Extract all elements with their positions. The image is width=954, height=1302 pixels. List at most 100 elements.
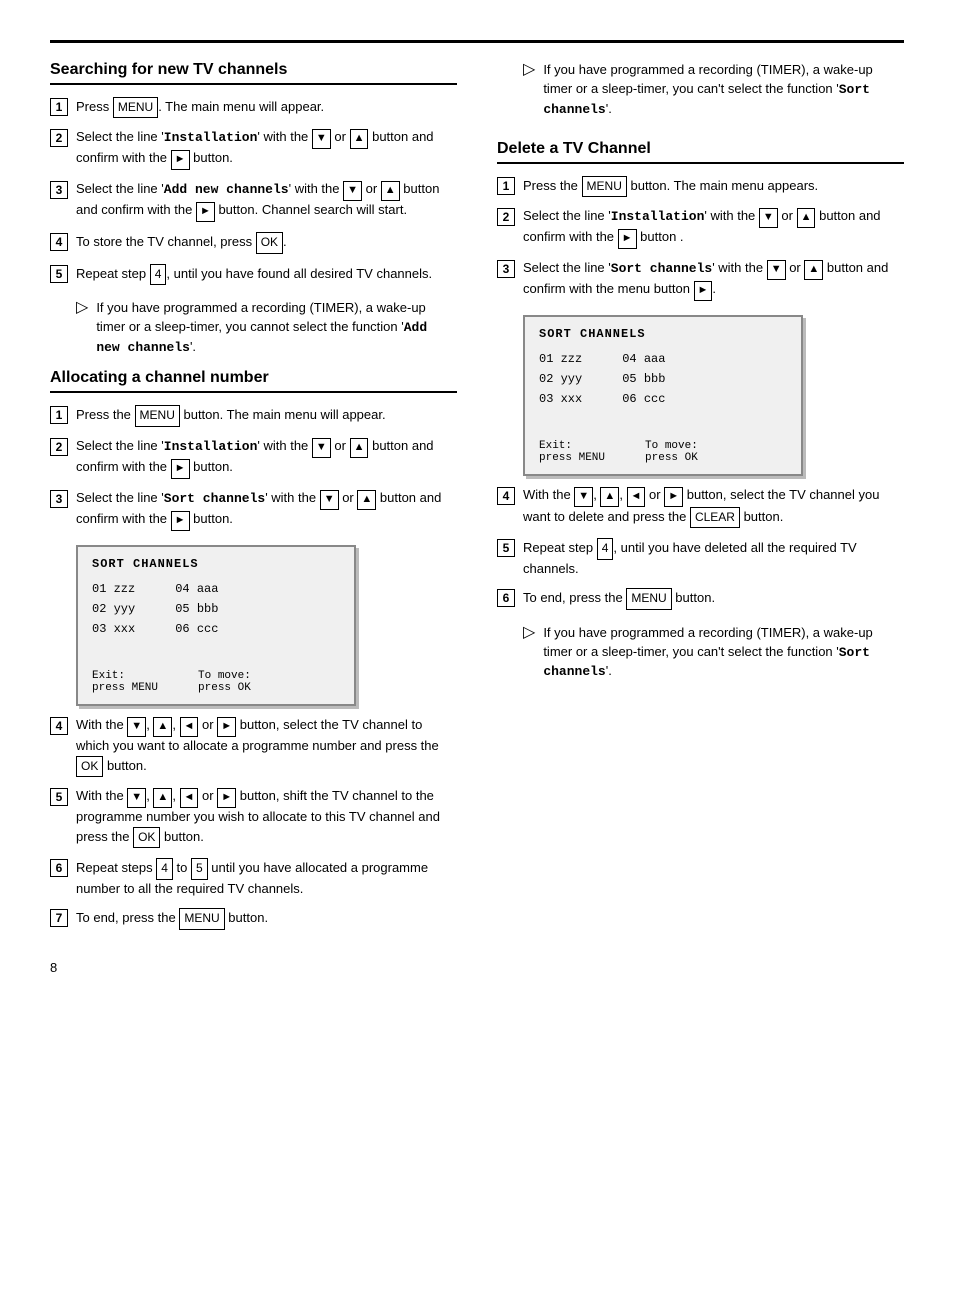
alloc-step-num-1: 1 bbox=[50, 406, 68, 424]
delete-step-5: 5 Repeat step 4, until you have deleted … bbox=[497, 538, 904, 578]
section-title-searching: Searching for new TV channels bbox=[50, 61, 457, 85]
right-arrow: ► bbox=[664, 487, 683, 507]
right-top-note: ▷ If you have programmed a recording (TI… bbox=[523, 61, 904, 120]
delete-step-text-3: Select the line 'Sort channels' with the… bbox=[523, 259, 904, 301]
left-arrow: ◄ bbox=[180, 788, 199, 808]
sort-channels-footer-left: Exit:press MENU To move:press OK bbox=[92, 670, 340, 694]
step-text-1: Press MENU. The main menu will appear. bbox=[76, 97, 457, 118]
alloc-step-5: 5 With the ▼, ▲, ◄ or ► button, shift th… bbox=[50, 787, 457, 848]
note-delete: ▷ If you have programmed a recording (TI… bbox=[523, 624, 904, 683]
steps-allocating: 1 Press the MENU button. The main menu w… bbox=[50, 405, 457, 530]
exit-label-left: Exit:press MENU bbox=[92, 670, 158, 694]
menu-btn-alloc1: MENU bbox=[135, 405, 180, 426]
step-text-5: Repeat step 4, until you have found all … bbox=[76, 264, 457, 285]
up-arrow: ▲ bbox=[797, 208, 816, 228]
delete-step-text-2: Select the line 'Installation' with the … bbox=[523, 207, 904, 249]
sort-channels-col1-left: 01 zzz02 yyy03 xxx bbox=[92, 579, 135, 640]
page-number: 8 bbox=[50, 960, 457, 975]
down-arrow: ▼ bbox=[312, 129, 331, 149]
delete-step-num-1: 1 bbox=[497, 177, 515, 195]
delete-step-3: 3 Select the line 'Sort channels' with t… bbox=[497, 259, 904, 301]
menu-btn-end-del: MENU bbox=[626, 588, 671, 609]
alloc-step-num-2: 2 bbox=[50, 438, 68, 456]
note-arrow-icon: ▷ bbox=[76, 297, 88, 358]
delete-step-num-4: 4 bbox=[497, 487, 515, 505]
step-num-4: 4 bbox=[50, 233, 68, 251]
step-text-3: Select the line 'Add new channels' with … bbox=[76, 180, 457, 222]
alloc-step-7: 7 To end, press the MENU button. bbox=[50, 908, 457, 929]
section-searching: Searching for new TV channels 1 Press ME… bbox=[50, 61, 457, 357]
step-2-searching: 2 Select the line 'Installation' with th… bbox=[50, 128, 457, 170]
steps-searching: 1 Press MENU. The main menu will appear.… bbox=[50, 97, 457, 285]
alloc-step-2: 2 Select the line 'Installation' with th… bbox=[50, 437, 457, 479]
down-arrow: ▼ bbox=[320, 490, 339, 510]
note-text-searching: If you have programmed a recording (TIME… bbox=[96, 299, 457, 358]
step-num-1: 1 bbox=[50, 98, 68, 116]
alloc-step-3: 3 Select the line 'Sort channels' with t… bbox=[50, 489, 457, 531]
step-num-3: 3 bbox=[50, 181, 68, 199]
up-arrow: ▲ bbox=[600, 487, 619, 507]
alloc-step-6: 6 Repeat steps 4 to 5 until you have all… bbox=[50, 858, 457, 898]
sort-channels-content-left: 01 zzz02 yyy03 xxx 04 aaa05 bbb06 ccc bbox=[92, 579, 340, 640]
down-arrow: ▼ bbox=[127, 788, 146, 808]
note-arrow-icon-del: ▷ bbox=[523, 622, 535, 683]
section-title-delete: Delete a TV Channel bbox=[497, 140, 904, 164]
down-arrow: ▼ bbox=[759, 208, 778, 228]
delete-step-num-2: 2 bbox=[497, 208, 515, 226]
delete-step-num-3: 3 bbox=[497, 260, 515, 278]
alloc-step-1: 1 Press the MENU button. The main menu w… bbox=[50, 405, 457, 426]
ref-4-btn-del: 4 bbox=[597, 538, 614, 559]
up-arrow: ▲ bbox=[804, 260, 823, 280]
sort-channels-content-right: 01 zzz02 yyy03 xxx 04 aaa05 bbb06 ccc bbox=[539, 349, 787, 410]
delete-step-2: 2 Select the line 'Installation' with th… bbox=[497, 207, 904, 249]
alloc-step-num-4: 4 bbox=[50, 717, 68, 735]
left-arrow: ◄ bbox=[627, 487, 646, 507]
right-arrow: ► bbox=[171, 511, 190, 531]
alloc-step-text-1: Press the MENU button. The main menu wil… bbox=[76, 405, 457, 426]
delete-step-1: 1 Press the MENU button. The main menu a… bbox=[497, 176, 904, 197]
alloc-step-num-6: 6 bbox=[50, 859, 68, 877]
step-5-searching: 5 Repeat step 4, until you have found al… bbox=[50, 264, 457, 285]
menu-btn-end-alloc: MENU bbox=[179, 908, 224, 929]
note-searching: ▷ If you have programmed a recording (TI… bbox=[76, 299, 457, 358]
ref-5-btn: 5 bbox=[191, 858, 208, 879]
down-arrow: ▼ bbox=[312, 438, 331, 458]
sort-channels-col1-right: 01 zzz02 yyy03 xxx bbox=[539, 349, 582, 410]
right-arrow: ► bbox=[171, 150, 190, 170]
up-arrow: ▲ bbox=[350, 129, 369, 149]
left-arrow: ◄ bbox=[180, 717, 199, 737]
ref-4-btn: 4 bbox=[150, 264, 167, 285]
up-arrow: ▲ bbox=[350, 438, 369, 458]
steps-delete-2: 4 With the ▼, ▲, ◄ or ► button, select t… bbox=[497, 486, 904, 610]
delete-step-text-4: With the ▼, ▲, ◄ or ► button, select the… bbox=[523, 486, 904, 528]
delete-step-text-1: Press the MENU button. The main menu app… bbox=[523, 176, 904, 197]
ok-btn-alloc4: OK bbox=[76, 756, 103, 777]
up-arrow: ▲ bbox=[153, 717, 172, 737]
section-title-allocating: Allocating a channel number bbox=[50, 369, 457, 393]
down-arrow: ▼ bbox=[574, 487, 593, 507]
alloc-step-num-3: 3 bbox=[50, 490, 68, 508]
down-arrow: ▼ bbox=[767, 260, 786, 280]
sort-channels-title-left: SORT CHANNELS bbox=[92, 557, 340, 571]
step-num-2: 2 bbox=[50, 129, 68, 147]
alloc-step-text-7: To end, press the MENU button. bbox=[76, 908, 457, 929]
step-4-searching: 4 To store the TV channel, press OK. bbox=[50, 232, 457, 253]
clear-btn: CLEAR bbox=[690, 507, 740, 528]
alloc-step-num-5: 5 bbox=[50, 788, 68, 806]
steps-allocating-2: 4 With the ▼, ▲, ◄ or ► button, select t… bbox=[50, 716, 457, 930]
ref-4-btn2: 4 bbox=[156, 858, 173, 879]
step-1-searching: 1 Press MENU. The main menu will appear. bbox=[50, 97, 457, 118]
section-allocating: Allocating a channel number 1 Press the … bbox=[50, 369, 457, 929]
step-text-4: To store the TV channel, press OK. bbox=[76, 232, 457, 253]
left-column: Searching for new TV channels 1 Press ME… bbox=[50, 61, 457, 975]
delete-step-6: 6 To end, press the MENU button. bbox=[497, 588, 904, 609]
right-arrow: ► bbox=[171, 459, 190, 479]
move-label-right: To move:press OK bbox=[645, 440, 698, 464]
alloc-step-text-4: With the ▼, ▲, ◄ or ► button, select the… bbox=[76, 716, 457, 777]
right-note-text: If you have programmed a recording (TIME… bbox=[543, 61, 904, 120]
alloc-step-4: 4 With the ▼, ▲, ◄ or ► button, select t… bbox=[50, 716, 457, 777]
top-rule bbox=[50, 40, 904, 43]
up-arrow: ▲ bbox=[357, 490, 376, 510]
section-delete: Delete a TV Channel 1 Press the MENU but… bbox=[497, 140, 904, 683]
exit-label-right: Exit:press MENU bbox=[539, 440, 605, 464]
